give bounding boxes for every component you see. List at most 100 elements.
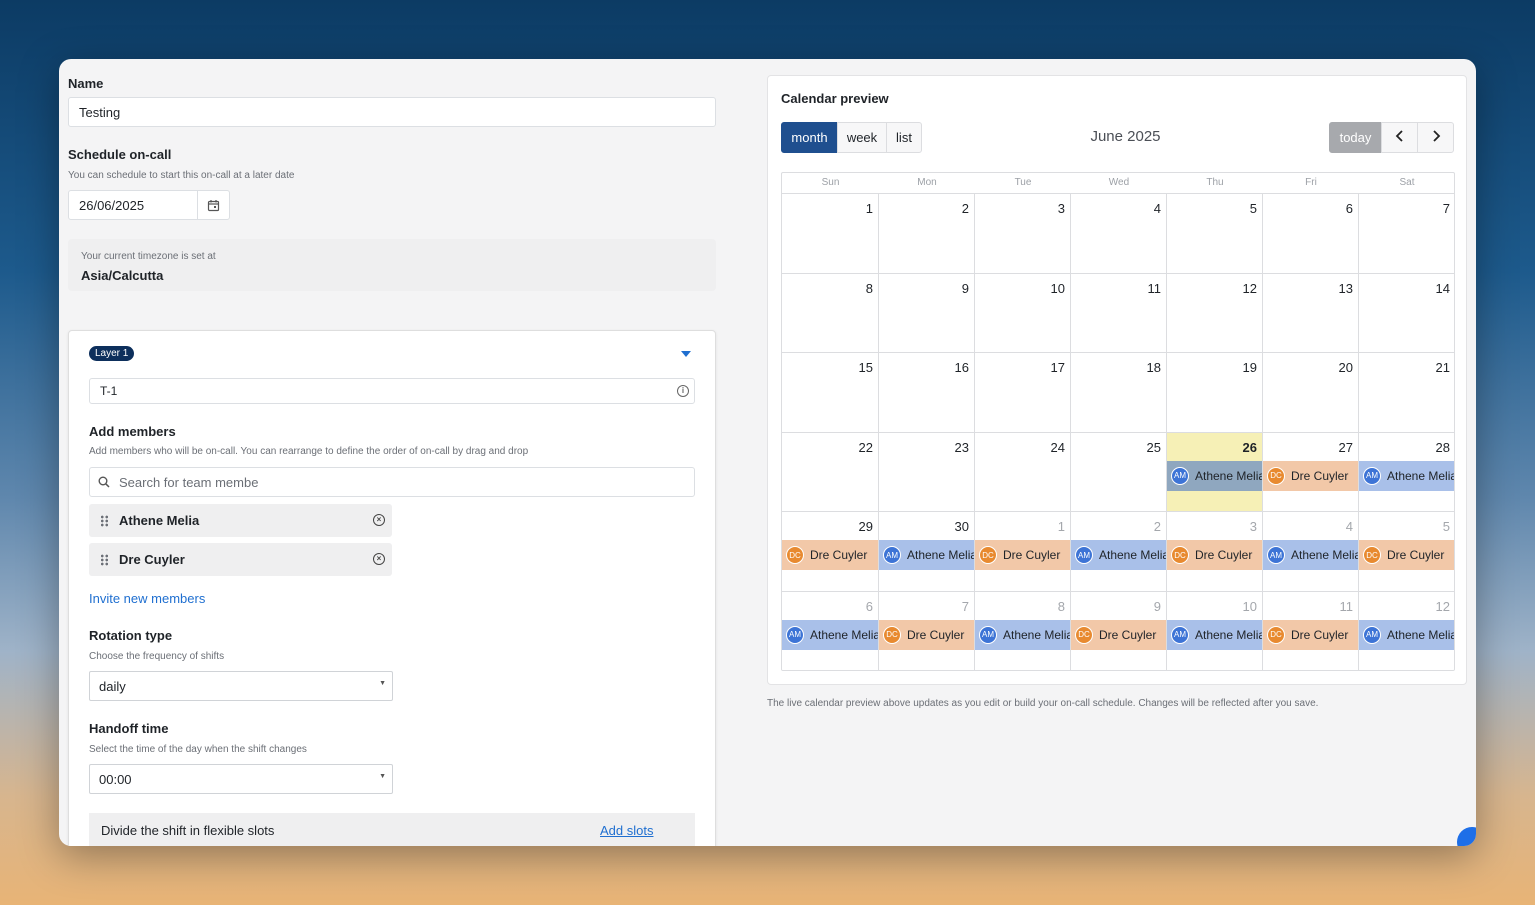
name-input[interactable]: Testing (68, 97, 716, 127)
member-search-input[interactable]: Search for team membe (89, 467, 695, 497)
next-month-button[interactable] (1417, 122, 1454, 153)
view-list-button[interactable]: list (886, 122, 922, 153)
day-cell[interactable]: 4 AM Athene Melia (1263, 511, 1359, 591)
shift-event[interactable]: DC Dre Cuyler (1263, 460, 1358, 491)
shift-event[interactable]: AM Athene Melia (1167, 619, 1262, 650)
day-cell[interactable]: 19 (1167, 352, 1263, 432)
shift-event[interactable]: AM Athene Melia (1359, 460, 1454, 491)
day-cell[interactable]: 4 (1071, 193, 1167, 273)
day-cell[interactable]: 6 (1263, 193, 1359, 273)
rotation-select[interactable]: daily ▼ (89, 671, 393, 701)
day-cell[interactable]: 9 (879, 272, 975, 352)
view-month-button[interactable]: month (781, 122, 838, 153)
today-button[interactable]: today (1329, 122, 1382, 153)
day-cell[interactable]: 18 (1071, 352, 1167, 432)
shift-event[interactable]: AM Athene Melia (1359, 619, 1454, 650)
day-cell[interactable]: 25 (1071, 431, 1167, 511)
day-cell[interactable]: 5 (1167, 193, 1263, 273)
layer-card: Layer 1 T-1 i Add members Add members wh… (68, 330, 716, 846)
shift-event[interactable]: AM Athene Melia (1167, 460, 1262, 491)
avatar: AM (1171, 625, 1189, 644)
day-cell[interactable]: 2 AM Athene Melia (1071, 511, 1167, 591)
shift-event[interactable]: AM Athene Melia (879, 540, 974, 570)
shift-event[interactable]: DC Dre Cuyler (879, 619, 974, 650)
shift-event[interactable]: DC Dre Cuyler (1263, 619, 1358, 650)
shift-event[interactable]: AM Athene Melia (1071, 540, 1166, 570)
event-name: Dre Cuyler (1195, 548, 1253, 562)
shift-event[interactable]: AM Athene Melia (1263, 540, 1358, 570)
event-name: Athene Melia (1099, 548, 1166, 562)
flexible-slots-row: Divide the shift in flexible slots Add s… (89, 813, 695, 846)
day-cell[interactable]: 11 DC Dre Cuyler (1263, 590, 1359, 670)
shift-event[interactable]: DC Dre Cuyler (1071, 619, 1166, 650)
day-cell[interactable]: 8 (782, 272, 879, 352)
remove-member-icon[interactable]: × (373, 514, 385, 526)
member-item[interactable]: Dre Cuyler × (89, 543, 392, 576)
day-cell[interactable]: 8 AM Athene Melia (975, 590, 1071, 670)
day-cell[interactable]: 2 (879, 193, 975, 273)
day-cell[interactable]: 28 AM Athene Melia (1359, 431, 1454, 511)
day-cell[interactable]: 15 (782, 352, 879, 432)
day-cell[interactable]: 14 (1359, 272, 1454, 352)
day-cell[interactable]: 9 DC Dre Cuyler (1071, 590, 1167, 670)
day-cell[interactable]: 26 AM Athene Melia (1167, 431, 1263, 511)
invite-members-link[interactable]: Invite new members (89, 591, 205, 606)
handoff-select[interactable]: 00:00 ▼ (89, 764, 393, 794)
remove-member-icon[interactable]: × (373, 553, 385, 565)
day-cell[interactable]: 7 DC Dre Cuyler (879, 590, 975, 670)
day-cell[interactable]: 12 AM Athene Melia (1359, 590, 1454, 670)
day-cell[interactable]: 22 (782, 431, 879, 511)
day-cell[interactable]: 3 DC Dre Cuyler (1167, 511, 1263, 591)
day-cell[interactable]: 30 AM Athene Melia (879, 511, 975, 591)
layer-name-value: T-1 (100, 384, 118, 398)
date-input[interactable]: 26/06/2025 (68, 190, 230, 220)
day-number: 27 (1338, 439, 1353, 455)
shift-event[interactable]: DC Dre Cuyler (782, 540, 878, 570)
day-cell[interactable]: 23 (879, 431, 975, 511)
day-cell[interactable]: 6 AM Athene Melia (782, 590, 879, 670)
day-cell[interactable]: 10 AM Athene Melia (1167, 590, 1263, 670)
day-cell[interactable]: 21 (1359, 352, 1454, 432)
shift-event[interactable]: DC Dre Cuyler (1167, 540, 1262, 570)
weekday-header: Fri (1305, 177, 1317, 188)
shift-event[interactable]: DC Dre Cuyler (975, 540, 1070, 570)
day-cell[interactable]: 16 (879, 352, 975, 432)
member-item[interactable]: Athene Melia × (89, 504, 392, 537)
timezone-box: Your current timezone is set at Asia/Cal… (68, 239, 716, 291)
day-cell[interactable]: 7 (1359, 193, 1454, 273)
day-cell[interactable]: 17 (975, 352, 1071, 432)
avatar: DC (1267, 466, 1285, 485)
drag-handle-icon[interactable] (100, 553, 109, 566)
layer-name-input[interactable]: T-1 i (89, 378, 695, 404)
day-number: 2 (961, 201, 969, 216)
calendar-icon[interactable] (197, 191, 229, 219)
members-hint: Add members who will be on-call. You can… (89, 446, 529, 457)
day-cell[interactable]: 10 (975, 272, 1071, 352)
chat-launcher-icon[interactable] (1457, 827, 1476, 846)
drag-handle-icon[interactable] (100, 514, 109, 527)
day-cell[interactable]: 5 DC Dre Cuyler (1359, 511, 1454, 591)
day-cell[interactable]: 1 DC Dre Cuyler (975, 511, 1071, 591)
chevron-down-icon[interactable] (681, 351, 691, 357)
shift-event[interactable]: AM Athene Melia (782, 619, 878, 650)
day-number: 28 (1435, 439, 1450, 455)
weekday-header: Tue (1014, 177, 1032, 188)
view-week-button[interactable]: week (837, 122, 887, 153)
prev-month-button[interactable] (1381, 122, 1418, 153)
shift-event[interactable]: AM Athene Melia (975, 619, 1070, 650)
day-cell[interactable]: 27 DC Dre Cuyler (1263, 431, 1359, 511)
info-icon[interactable]: i (677, 385, 689, 397)
day-number: 5 (1249, 201, 1257, 216)
day-cell[interactable]: 12 (1167, 272, 1263, 352)
chevron-right-icon (1431, 130, 1441, 145)
add-slots-link[interactable]: Add slots (600, 823, 653, 838)
day-cell[interactable]: 1 (782, 193, 879, 273)
day-cell[interactable]: 3 (975, 193, 1071, 273)
day-cell[interactable]: 29 DC Dre Cuyler (782, 511, 879, 591)
schedule-form: Name Testing Schedule on-call You can sc… (59, 59, 731, 846)
day-cell[interactable]: 13 (1263, 272, 1359, 352)
day-cell[interactable]: 24 (975, 431, 1071, 511)
day-cell[interactable]: 20 (1263, 352, 1359, 432)
day-cell[interactable]: 11 (1071, 272, 1167, 352)
shift-event[interactable]: DC Dre Cuyler (1359, 540, 1454, 570)
